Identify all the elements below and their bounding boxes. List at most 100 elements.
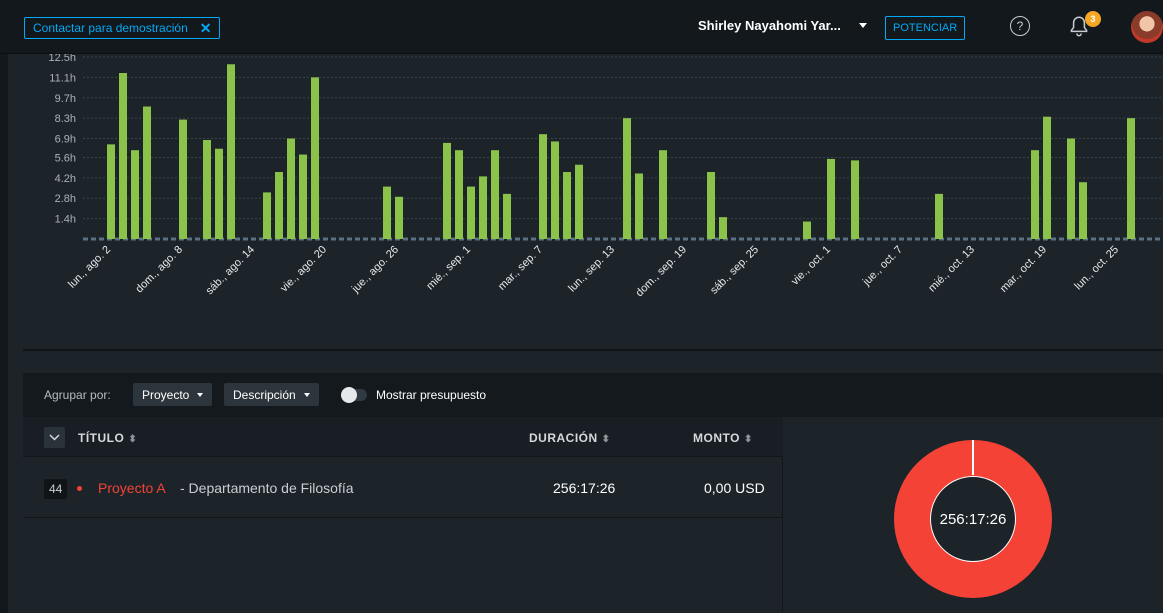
bar: [455, 150, 463, 239]
x-tick-label: jue., ago. 26: [349, 244, 401, 296]
y-tick-label: 12.5h: [48, 54, 76, 64]
column-title-header[interactable]: TÍTULO ⬍: [78, 431, 137, 445]
bar: [1067, 138, 1075, 239]
contact-demo-banner[interactable]: Contactar para demostración ✕: [24, 17, 221, 39]
y-tick-label: 11.1h: [49, 72, 76, 84]
bar: [263, 192, 271, 239]
column-duration-label[interactable]: DURACIÓN: [529, 431, 598, 445]
y-tick-label: 8.3h: [55, 113, 76, 125]
chevron-down-icon[interactable]: [197, 392, 204, 397]
group-by-label: Agrupar por:: [44, 388, 111, 402]
table-header: TÍTULO ⬍ DURACIÓN ⬍ MONTO ⬍: [23, 417, 783, 457]
x-tick-label: mar., oct. 19: [998, 244, 1049, 295]
donut-chart-card: 256:17:26: [784, 417, 1163, 613]
chevron-down-icon[interactable]: [303, 392, 310, 397]
donut-center-total: 256:17:26: [930, 476, 1016, 562]
bar: [707, 172, 715, 239]
bar: [443, 142, 451, 239]
contact-demo-label[interactable]: Contactar para demostración: [33, 21, 188, 35]
bar: [287, 138, 295, 239]
bar: [1127, 118, 1135, 239]
y-tick-label: 9.7h: [55, 93, 76, 105]
sort-icon[interactable]: ⬍: [602, 434, 611, 445]
project-color-dot: [77, 486, 82, 491]
x-tick-label: vie., oct. 1: [789, 244, 833, 288]
x-tick-label: lun., ago. 2: [66, 244, 113, 291]
bar: [311, 77, 319, 239]
bar: [299, 154, 307, 239]
user-menu[interactable]: Shirley Nayahomi Yar...: [698, 18, 867, 33]
toggle-knob[interactable]: [341, 387, 357, 403]
column-amount-header[interactable]: MONTO ⬍: [693, 431, 753, 445]
x-tick-label: lun., oct. 25: [1072, 244, 1121, 293]
bar: [1043, 116, 1051, 239]
sort-icon[interactable]: ⬍: [744, 434, 753, 445]
chevron-down-icon[interactable]: [49, 434, 60, 441]
notification-badge: 3: [1085, 11, 1101, 27]
upgrade-button[interactable]: POTENCIAR: [885, 16, 966, 40]
top-bar: Contactar para demostración ✕ Shirley Na…: [0, 0, 1163, 54]
group-by-toolbar: Agrupar por: Proyecto Descripción Mostra…: [23, 373, 1163, 417]
bar: [635, 173, 643, 239]
bar: [215, 148, 223, 239]
column-amount-label[interactable]: MONTO: [693, 431, 740, 445]
show-budget-toggle[interactable]: [341, 387, 367, 403]
y-tick-label: 6.9h: [55, 134, 76, 146]
column-title-label[interactable]: TÍTULO: [78, 431, 124, 445]
expand-all-button[interactable]: [44, 427, 65, 448]
row-duration: 256:17:26: [553, 480, 616, 496]
x-tick-label: dom., ago. 8: [133, 244, 185, 296]
bar: [803, 221, 811, 239]
bar: [383, 186, 391, 239]
y-tick-label: 4.2h: [55, 173, 76, 185]
x-tick-label: lun., sep. 13: [566, 244, 617, 295]
y-tick-label: 5.6h: [55, 152, 76, 164]
bar: [131, 150, 139, 239]
table-row[interactable]: 44 Proyecto A - Departamento de Filosofí…: [23, 457, 783, 518]
bar: [539, 134, 547, 239]
bar: [503, 193, 511, 239]
bar: [227, 64, 235, 239]
x-tick-label: mié., oct. 13: [926, 244, 977, 295]
bar: [659, 150, 667, 239]
column-duration-header[interactable]: DURACIÓN ⬍: [529, 431, 611, 445]
bar: [563, 172, 571, 239]
bar: [719, 217, 727, 239]
x-tick-label: vie., ago. 20: [278, 244, 329, 295]
y-tick-label: 1.4h: [55, 214, 76, 226]
avatar[interactable]: [1131, 11, 1163, 43]
x-tick-label: sáb., sep. 25: [708, 244, 761, 297]
bar: [467, 186, 475, 239]
bar: [107, 144, 115, 239]
bar: [479, 176, 487, 239]
show-budget-label: Mostrar presupuesto: [376, 388, 487, 402]
bar: [575, 164, 583, 239]
bar: [1079, 182, 1087, 239]
bar: [491, 150, 499, 239]
help-icon[interactable]: ?: [1010, 16, 1030, 36]
chevron-down-icon[interactable]: [858, 23, 867, 28]
bar: [395, 196, 403, 239]
group-by-description-dropdown[interactable]: Descripción: [224, 383, 319, 406]
sort-icon[interactable]: ⬍: [128, 434, 137, 445]
row-amount: 0,00 USD: [704, 480, 765, 496]
bar: [851, 160, 859, 239]
group-by-project-label[interactable]: Proyecto: [142, 388, 189, 402]
summary-table: TÍTULO ⬍ DURACIÓN ⬍ MONTO ⬍ 44 Proyecto A -…: [23, 417, 783, 613]
project-name[interactable]: Proyecto A: [98, 480, 166, 496]
bar: [623, 118, 631, 239]
x-tick-label: sáb., ago. 14: [204, 244, 257, 297]
x-tick-label: jue., oct. 7: [860, 244, 905, 289]
group-by-project-dropdown[interactable]: Proyecto: [133, 383, 213, 406]
close-icon[interactable]: ✕: [200, 20, 212, 37]
bar: [935, 193, 943, 239]
x-tick-label: dom., sep. 19: [634, 244, 690, 300]
user-name[interactable]: Shirley Nayahomi Yar...: [698, 18, 841, 33]
donut-chart: 256:17:26: [894, 440, 1052, 598]
bar: [1031, 150, 1039, 239]
bar: [275, 172, 283, 239]
bar: [551, 141, 559, 239]
x-tick-label: mar., sep. 7: [496, 244, 545, 293]
bar: [143, 106, 151, 239]
group-by-description-label[interactable]: Descripción: [233, 388, 296, 402]
